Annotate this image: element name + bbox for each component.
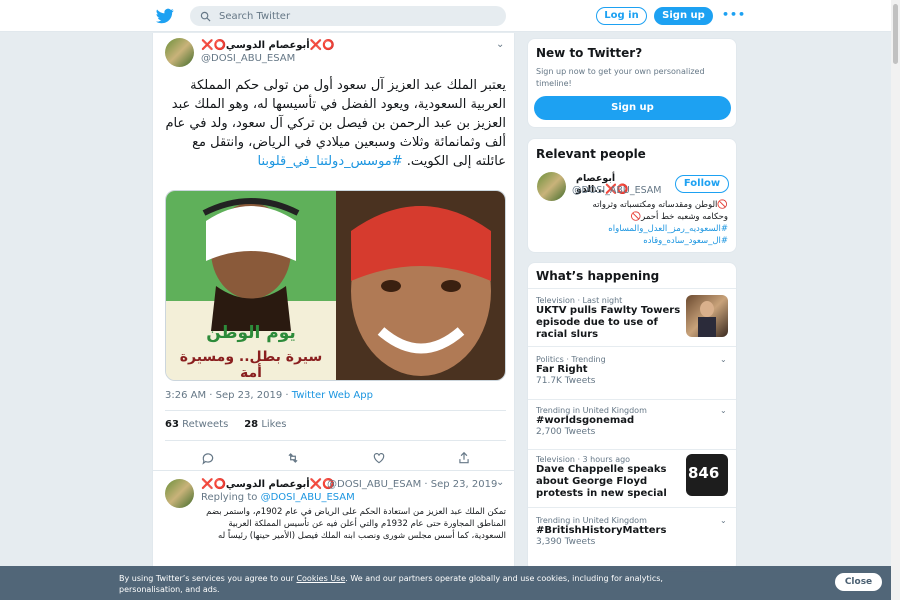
bio-line: وحكامه وشعبه خط أحمر🚫	[630, 212, 728, 222]
trend-title: #worldsgonemad	[536, 415, 635, 426]
reply-text: تمكن الملك عبد العزيز من استعادة الحكم ع…	[206, 507, 506, 541]
search-input[interactable]: Search Twitter	[190, 6, 506, 26]
chevron-down-icon[interactable]: ⌄	[496, 477, 504, 488]
reply-handle-date[interactable]: @DOSI_ABU_ESAM · Sep 23, 2019	[327, 479, 497, 490]
replying-to: Replying to @DOSI_ABU_ESAM	[201, 492, 355, 503]
cookies-use-link[interactable]: Cookies Use	[296, 574, 345, 583]
search-placeholder: Search Twitter	[219, 10, 291, 22]
retweet-icon[interactable]	[286, 450, 300, 464]
new-to-twitter-card: New to Twitter? Sign up now to get your …	[527, 38, 737, 128]
like-icon[interactable]	[372, 450, 386, 464]
avatar[interactable]	[537, 172, 566, 201]
tweet-timeline: ❌⭕أبوعصام الدوسي❌⭕ @DOSI_ABU_ESAM ⌄ يعتب…	[152, 33, 515, 573]
scrollbar[interactable]	[891, 0, 900, 600]
replying-handle[interactable]: @DOSI_ABU_ESAM	[261, 492, 355, 503]
chevron-down-icon[interactable]: ⌄	[496, 39, 504, 50]
tweet-author-handle[interactable]: @DOSI_ABU_ESAM	[201, 53, 295, 64]
trend-thumbnail[interactable]: 846	[686, 454, 728, 496]
tweet-hashtag[interactable]: #موسس_دولتنا_في_قلوبنا	[257, 154, 402, 169]
whats-happening-title: What’s happening	[536, 269, 660, 283]
chevron-down-icon[interactable]: ⌄	[720, 516, 727, 525]
divider	[528, 288, 736, 289]
tweet-time[interactable]: 3:26 AM · Sep 23, 2019 ·	[165, 390, 292, 401]
avatar[interactable]	[165, 479, 194, 508]
like-count[interactable]: 28	[244, 419, 258, 430]
signup-card-button[interactable]: Sign up	[534, 96, 731, 120]
chevron-down-icon[interactable]: ⌄	[720, 355, 727, 364]
tweet-stats: 63 Retweets 28 Likes	[165, 419, 286, 430]
divider	[165, 440, 506, 441]
tweet-text: يعتبر الملك عبد العزيز آل سعود أول من تو…	[165, 76, 506, 171]
relevant-people-card: Relevant people أبوعصام الدو...❌⭕ @DOSI_…	[527, 138, 737, 253]
top-bar: Search Twitter Log in Sign up •••	[0, 0, 900, 32]
trend-title: #BritishHistoryMatters	[536, 525, 667, 536]
reply-tweet[interactable]: ❌⭕أبوعصام الدوسي❌⭕ @DOSI_ABU_ESAM · Sep …	[153, 470, 514, 573]
retweet-label[interactable]: Retweets	[182, 419, 228, 430]
divider	[528, 449, 736, 450]
replying-prefix: Replying to	[201, 492, 261, 503]
divider	[528, 346, 736, 347]
image-caption-national-day: يوم الوطن	[206, 323, 296, 343]
tweet-client[interactable]: Twitter Web App	[292, 390, 373, 401]
trend-count: 2,700 Tweets	[536, 427, 596, 437]
relevant-bio: 🚫الوطن ومقدساته ومكتسباته وثرواته وحكامه…	[536, 199, 728, 247]
relevant-people-title: Relevant people	[536, 147, 646, 161]
search-icon	[200, 11, 211, 21]
relevant-handle[interactable]: @DOSI_ABU_ESAM	[572, 185, 662, 196]
twitter-bird-icon[interactable]	[156, 7, 174, 25]
tweet-actions	[201, 450, 471, 465]
trend-title: Far Right	[536, 364, 588, 375]
bio-line: 🚫الوطن ومقدساته ومكتسباته وثرواته	[592, 200, 728, 210]
thumbnail-number: 846	[688, 464, 720, 482]
trend-count: 3,390 Tweets	[536, 537, 596, 547]
trend-item[interactable]: Politics · Trending Far Right 71.7K Twee…	[536, 355, 731, 386]
trend-context: Trending in United Kingdom	[536, 406, 647, 415]
login-button[interactable]: Log in	[596, 7, 647, 25]
bio-hashtag[interactable]: #ال_سعود_ساده_وقاده	[536, 235, 728, 247]
trend-item[interactable]: Trending in United Kingdom #BritishHisto…	[536, 516, 731, 547]
new-to-twitter-subtitle: Sign up now to get your own personalized…	[536, 67, 705, 88]
cookie-close-button[interactable]: Close	[835, 573, 882, 591]
divider	[165, 410, 506, 411]
signup-button[interactable]: Sign up	[654, 7, 713, 25]
cookie-text: By using Twitter’s services you agree to…	[119, 573, 719, 595]
trend-count: 71.7K Tweets	[536, 376, 596, 386]
retweet-count[interactable]: 63	[165, 419, 179, 430]
trend-item[interactable]: Trending in United Kingdom #worldsgonema…	[536, 406, 731, 437]
share-icon[interactable]	[457, 450, 471, 464]
tweet-timestamp: 3:26 AM · Sep 23, 2019 · Twitter Web App	[165, 390, 373, 401]
tweet-image[interactable]: يوم الوطن سيرة بطل.. ومسيرة أمة	[165, 190, 506, 381]
cookie-banner: By using Twitter’s services you agree to…	[0, 566, 900, 600]
bio-hashtag[interactable]: #السعوديه_رمز_العدل_والمساواه	[536, 223, 728, 235]
new-to-twitter-title: New to Twitter?	[536, 46, 643, 60]
trend-context: Trending in United Kingdom	[536, 516, 647, 525]
like-label[interactable]: Likes	[261, 419, 286, 430]
trend-title: Dave Chappelle speaks about George Floyd…	[536, 464, 667, 499]
more-menu-icon[interactable]: •••	[722, 8, 746, 21]
follow-button[interactable]: Follow	[675, 175, 729, 193]
scrollbar-thumb[interactable]	[893, 4, 898, 64]
cookie-text-before: By using Twitter’s services you agree to…	[119, 574, 297, 583]
whats-happening-card: What’s happening Television · Last night…	[527, 262, 737, 572]
trend-title: UKTV pulls Fawlty Towers episode due to …	[536, 305, 681, 340]
reply-author-name[interactable]: ❌⭕أبوعصام الدوسي❌⭕	[201, 479, 335, 490]
chevron-down-icon[interactable]: ⌄	[720, 406, 727, 415]
trend-thumbnail[interactable]	[686, 295, 728, 337]
trend-context: Politics · Trending	[536, 355, 606, 364]
divider	[528, 399, 736, 400]
divider	[528, 507, 736, 508]
tweet-author-name[interactable]: ❌⭕أبوعصام الدوسي❌⭕	[201, 40, 335, 51]
avatar[interactable]	[165, 38, 194, 67]
reply-icon[interactable]	[201, 450, 215, 465]
image-caption-subtitle: سيرة بطل.. ومسيرة أمة	[179, 349, 323, 381]
